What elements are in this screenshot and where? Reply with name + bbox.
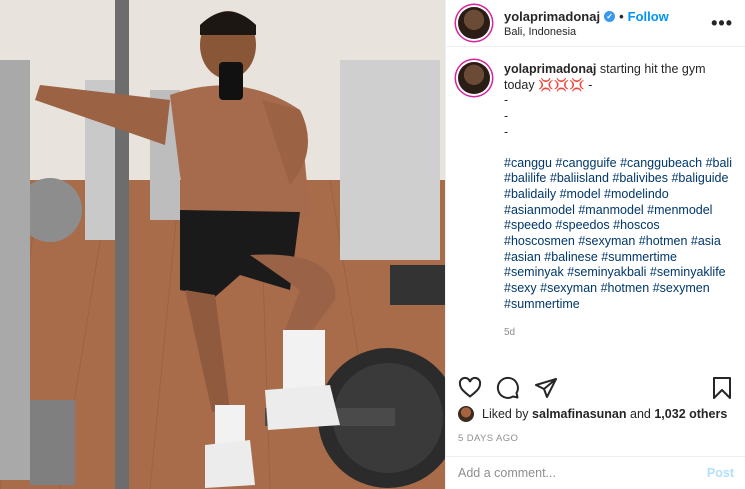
location-link[interactable]: Bali, Indonesia — [504, 26, 669, 38]
gym-mirror-selfie-image — [0, 0, 445, 489]
more-options-icon[interactable]: ••• — [711, 13, 733, 34]
header-username[interactable]: yolaprimadonaj — [504, 9, 600, 24]
verified-badge-icon: ✓ — [604, 10, 616, 22]
liked-by-user[interactable]: salmafinasunan — [532, 407, 626, 421]
separator-dot: • — [619, 8, 624, 24]
user-avatar[interactable] — [458, 7, 490, 39]
caption-age: 5d — [504, 326, 516, 338]
post-sidebar: yolaprimadonaj ✓ • Follow Bali, Indonesi… — [445, 0, 745, 489]
comment-icon[interactable] — [496, 376, 520, 400]
comment-input[interactable]: Add a comment... — [458, 466, 556, 480]
heart-icon[interactable] — [458, 376, 482, 400]
caption-username[interactable]: yolaprimadonaj — [504, 62, 596, 76]
likes-summary: Liked by salmafinasunan and 1,032 others — [458, 406, 727, 422]
caption-body: yolaprimadonaj starting hit the gym toda… — [504, 62, 734, 340]
action-bar — [458, 374, 734, 402]
caption-block: yolaprimadonaj starting hit the gym toda… — [458, 62, 734, 362]
comment-box: Add a comment... Post — [446, 456, 745, 489]
post-photo[interactable] — [0, 0, 445, 489]
caption-avatar[interactable] — [458, 62, 490, 94]
liker-avatar[interactable] — [458, 406, 474, 422]
caption-dash: - — [504, 93, 509, 108]
liked-by-prefix: Liked by — [482, 407, 529, 421]
liked-by-and: and — [630, 407, 651, 421]
bookmark-icon[interactable] — [710, 376, 734, 400]
post-header: yolaprimadonaj ✓ • Follow Bali, Indonesi… — [446, 0, 745, 47]
header-user-info: yolaprimadonaj ✓ • Follow Bali, Indonesi… — [504, 9, 669, 38]
follow-button[interactable]: Follow — [628, 9, 669, 24]
post-comment-button[interactable]: Post — [707, 466, 734, 480]
caption-dash: - — [504, 124, 509, 139]
instagram-post: yolaprimadonaj ✓ • Follow Bali, Indonesi… — [0, 0, 745, 489]
post-timestamp[interactable]: 5 DAYS AGO — [458, 433, 518, 444]
caption-hashtags[interactable]: #canggu #cangguife #canggubeach #bali #b… — [504, 156, 734, 313]
likes-count[interactable]: 1,032 others — [654, 407, 727, 421]
share-icon[interactable] — [534, 376, 558, 400]
caption-dash: - — [504, 109, 509, 124]
